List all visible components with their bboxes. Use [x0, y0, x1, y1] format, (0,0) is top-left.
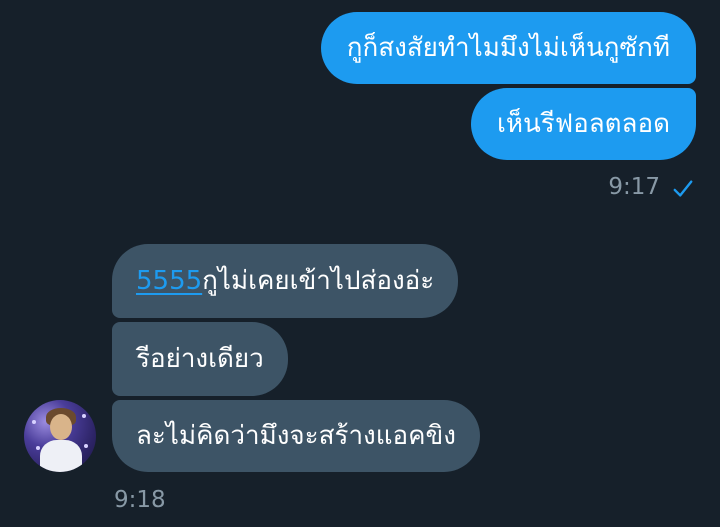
- message-text: กูไม่เคยเข้าไปส่องอ่ะ: [202, 266, 435, 296]
- sparkle-decoration: [32, 420, 36, 424]
- message-text: เห็นรีฟอลตลอด: [496, 109, 670, 139]
- sent-message-bubble[interactable]: เห็นรีฟอลตลอด: [470, 88, 696, 160]
- message-text: ละไม่คิดว่ามึงจะสร้างแอคขิง: [136, 421, 456, 451]
- sparkle-decoration: [82, 414, 86, 418]
- avatar[interactable]: [24, 400, 96, 472]
- avatar-figure-body: [40, 440, 82, 472]
- conversation-view: กูก็สงสัยทำไมมึงไม่เห็นกูซักที เห็นรีฟอล…: [0, 0, 720, 527]
- avatar-figure-head: [50, 414, 72, 440]
- sent-timestamp: 9:17: [608, 174, 660, 200]
- message-text: รีอย่างเดียว: [136, 344, 264, 374]
- received-message-bubble[interactable]: รีอย่างเดียว: [112, 322, 288, 396]
- message-link[interactable]: 5555: [136, 268, 202, 294]
- received-message-bubble[interactable]: 5555 กูไม่เคยเข้าไปส่องอ่ะ: [112, 244, 459, 318]
- sent-message-bubble[interactable]: กูก็สงสัยทำไมมึงไม่เห็นกูซักที: [320, 12, 696, 84]
- checkmark-icon: [673, 180, 693, 197]
- message-text: กูก็สงสัยทำไมมึงไม่เห็นกูซักที: [346, 33, 670, 63]
- sparkle-decoration: [84, 444, 88, 448]
- received-timestamp: 9:18: [114, 487, 166, 513]
- received-message-bubble[interactable]: ละไม่คิดว่ามึงจะสร้างแอคขิง: [112, 400, 480, 472]
- sparkle-decoration: [36, 446, 40, 450]
